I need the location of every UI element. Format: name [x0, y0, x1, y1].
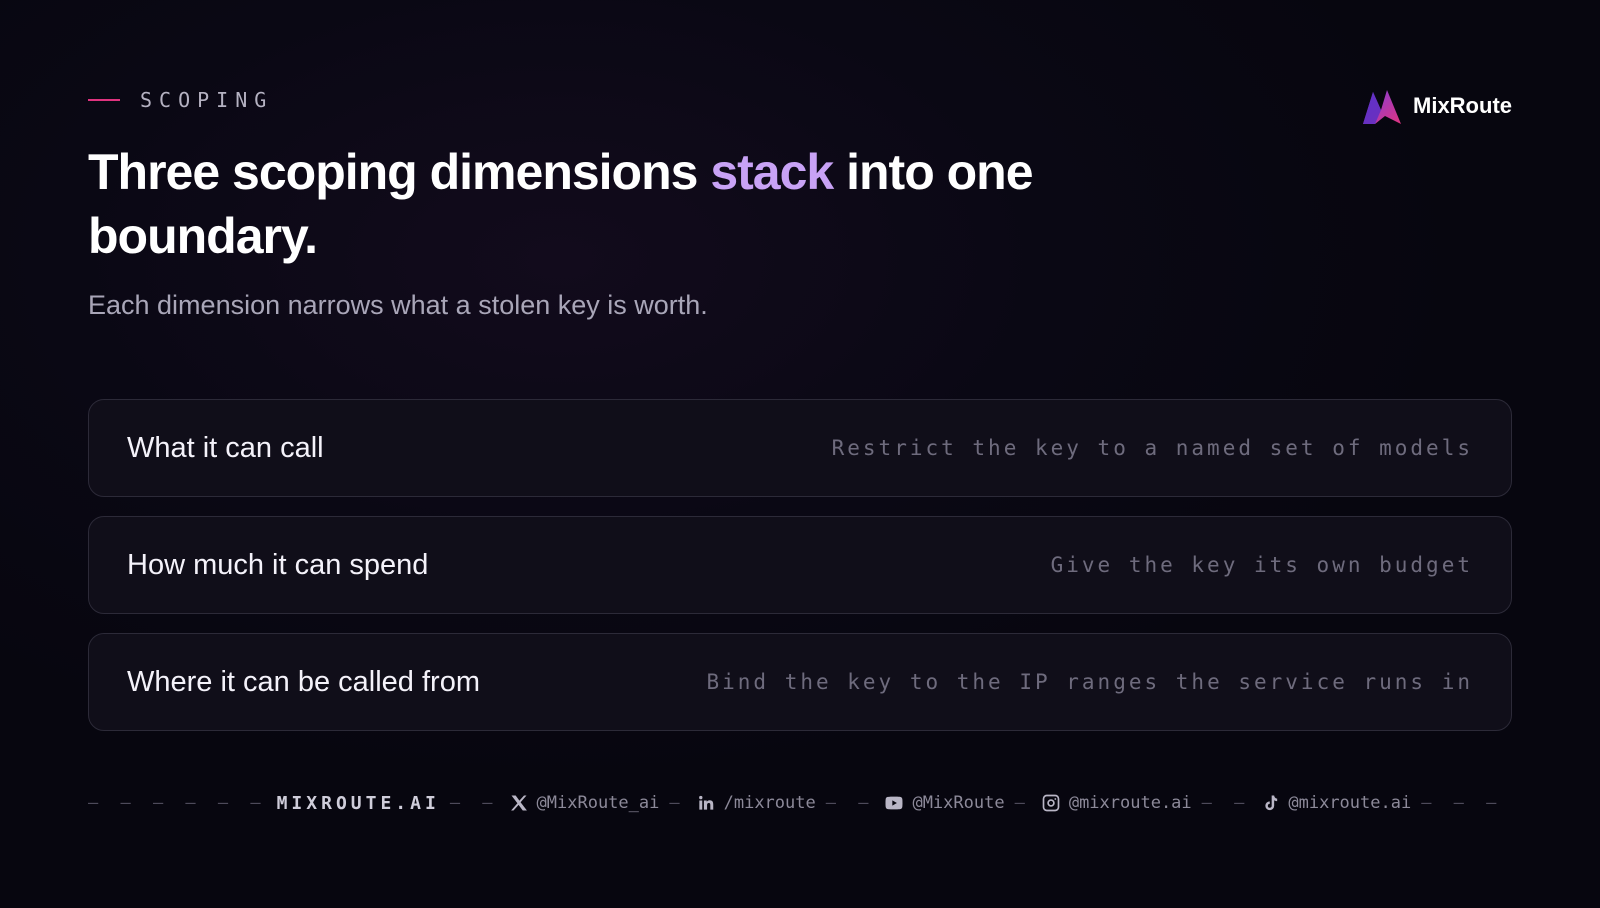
social-handle: @MixRoute [912, 793, 1005, 813]
x-icon [510, 795, 527, 811]
headline-accent: stack [710, 144, 834, 200]
footer-divider: – [669, 793, 686, 813]
social-handle: @MixRoute_ai [536, 793, 660, 813]
footer-divider: – – [1201, 793, 1251, 813]
social-youtube[interactable]: @MixRoute [884, 793, 1005, 813]
dimension-description: Restrict the key to a named set of model… [831, 436, 1473, 460]
brand-logo: MixRoute [1361, 86, 1512, 126]
footer-site-link[interactable]: MIXROUTE.AI [277, 793, 440, 814]
dimension-row-models: What it can call Restrict the key to a n… [88, 399, 1512, 497]
dimension-title: How much it can spend [127, 548, 429, 581]
brand-name: MixRoute [1413, 93, 1512, 118]
dimension-title: What it can call [127, 431, 324, 464]
footer-divider: – – – – – – [88, 793, 267, 813]
footer-divider: – [1014, 793, 1031, 813]
social-handle: @mixroute.ai [1288, 793, 1412, 813]
footer-divider: – – – – – – – – – – – – [1421, 793, 1512, 813]
eyebrow-label: SCOPING [140, 88, 274, 112]
social-x[interactable]: @MixRoute_ai [509, 793, 660, 813]
eyebrow-line [88, 99, 120, 101]
tiktok-icon [1265, 795, 1278, 811]
dimension-row-ip: Where it can be called from Bind the key… [88, 633, 1512, 731]
footer: – – – – – – MIXROUTE.AI – – @MixRoute_ai… [88, 788, 1512, 818]
page-title: Three scoping dimensions stack into one … [88, 140, 1088, 268]
social-handle: /mixroute [723, 793, 816, 813]
dimension-list: What it can call Restrict the key to a n… [88, 399, 1512, 750]
linkedin-icon [698, 795, 713, 810]
dimension-description: Bind the key to the IP ranges the servic… [706, 670, 1473, 694]
section-eyebrow: SCOPING [88, 88, 273, 112]
dimension-description: Give the key its own budget [1050, 553, 1473, 577]
social-instagram[interactable]: @mixroute.ai [1041, 793, 1192, 813]
footer-divider: – – [825, 793, 875, 813]
social-linkedin[interactable]: /mixroute [696, 793, 816, 813]
instagram-icon [1042, 794, 1060, 812]
subheadline: Each dimension narrows what a stolen key… [88, 290, 708, 320]
youtube-icon [885, 796, 903, 810]
footer-divider: – – [449, 793, 499, 813]
headline-part-1: Three scoping dimensions [88, 144, 711, 200]
dimension-title: Where it can be called from [127, 665, 480, 698]
mixroute-logo-icon [1363, 90, 1401, 124]
social-handle: @mixroute.ai [1068, 793, 1192, 813]
dimension-row-budget: How much it can spend Give the key its o… [88, 516, 1512, 614]
social-tiktok[interactable]: @mixroute.ai [1260, 793, 1411, 813]
